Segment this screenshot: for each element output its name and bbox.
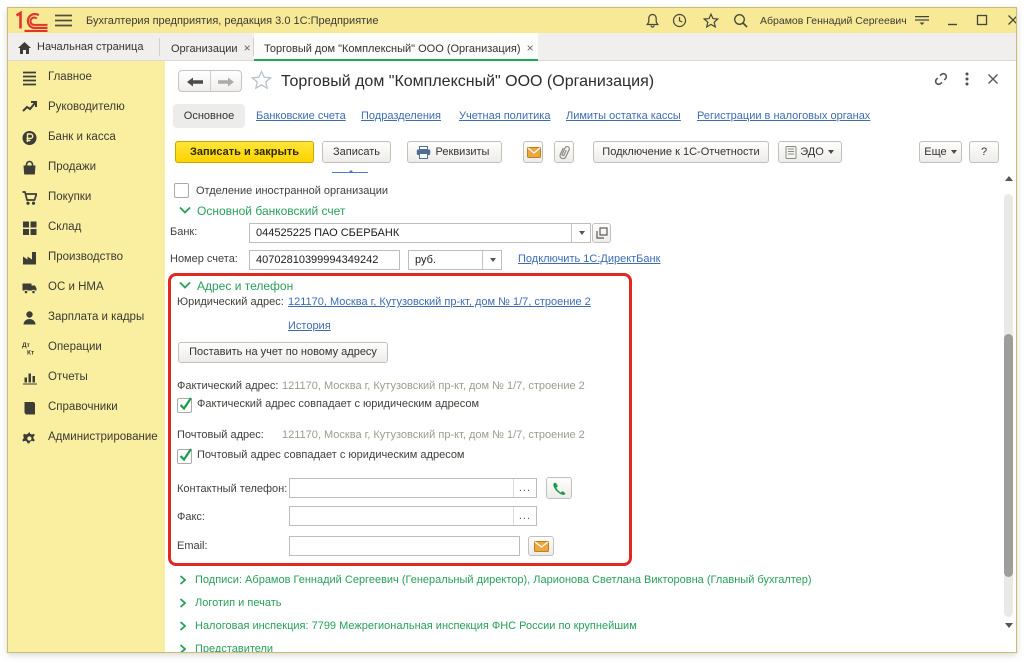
svg-text:Дт: Дт	[22, 342, 30, 349]
svg-text:Кт: Кт	[27, 350, 34, 357]
